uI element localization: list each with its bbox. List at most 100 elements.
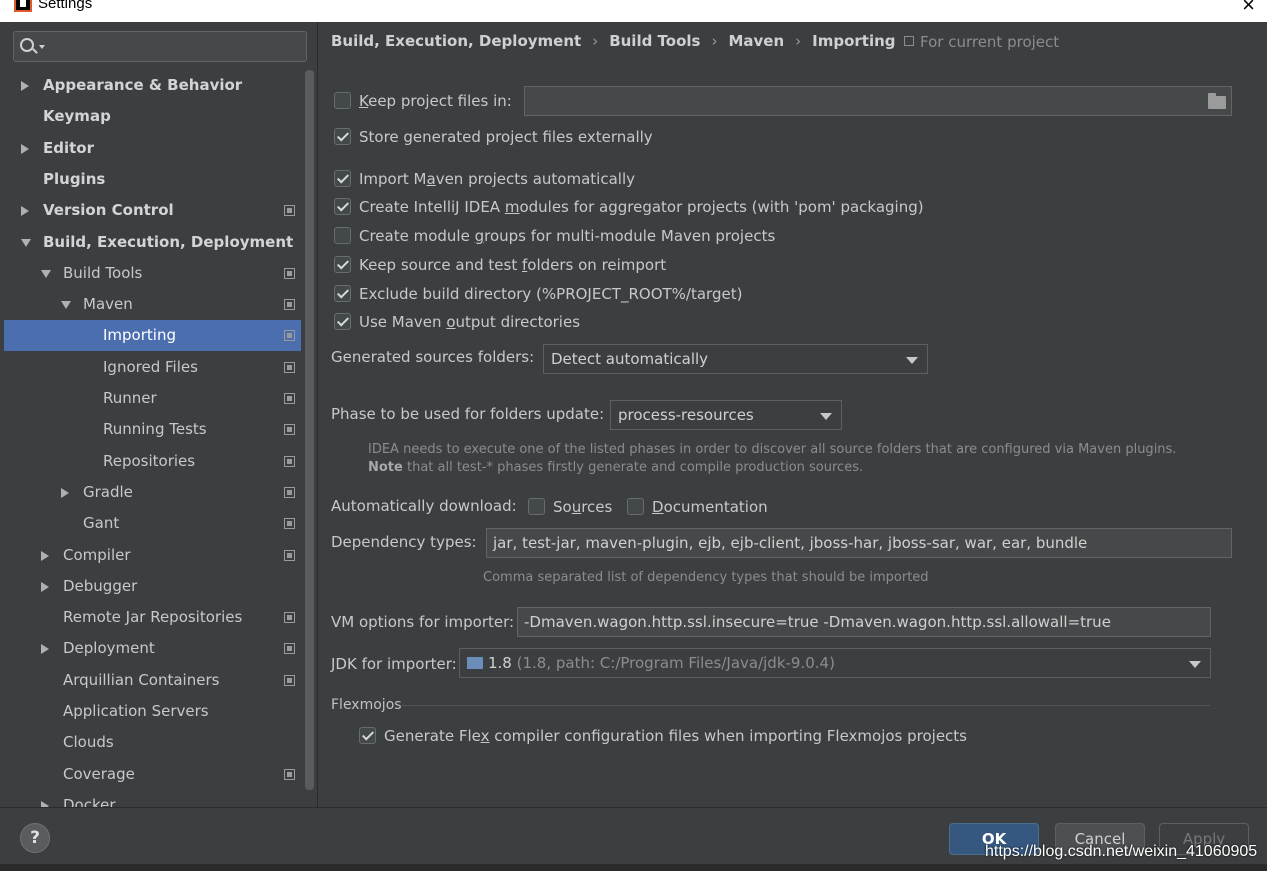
tree-item-importing[interactable]: Importing [4,320,301,351]
jdk-select[interactable]: 1.8 (1.8, path: C:/Program Files/Java/jd… [459,648,1211,678]
use-output-dirs-checkbox[interactable] [334,313,351,330]
tree-item-plugins[interactable]: Plugins [4,164,301,195]
tree-item-label: Ignored Files [103,358,198,376]
import-automatically-label: Import Maven projects automatically [359,170,635,188]
breadcrumb-separator: › [795,32,802,50]
expand-down-icon[interactable] [21,239,31,247]
exclude-build-dir-checkbox[interactable] [334,285,351,302]
tree-item-gradle[interactable]: Gradle [4,477,301,508]
tree-item-build-tools[interactable]: Build Tools [4,258,301,289]
expand-down-icon[interactable] [61,301,71,309]
close-icon[interactable]: × [1242,0,1255,18]
settings-tree: Appearance & Behavior Keymap Editor Plugins… [4,70,301,807]
tree-item-label: Version Control [43,201,174,219]
dependency-types-label: Dependency types: [331,533,477,551]
tree-scrollbar[interactable] [305,70,314,790]
tree-item-remote-jar-repositories[interactable]: Remote Jar Repositories [4,602,301,633]
browse-folder-button[interactable] [1206,93,1226,109]
store-externally-label: Store generated project files externally [359,128,653,146]
keep-project-files-label: Keep project files in: [359,92,512,110]
tree-item-maven[interactable]: Maven [4,289,301,320]
search-input[interactable] [13,31,307,62]
generated-sources-value: Detect automatically [551,350,709,368]
phase-label: Phase to be used for folders update: [331,405,605,423]
expand-right-icon[interactable] [41,644,49,654]
settings-sidebar: Appearance & Behavior Keymap Editor Plugins… [0,22,318,807]
tree-item-label: Appearance & Behavior [43,76,243,94]
intellij-app-icon [14,0,32,12]
flexmojos-section-title: Flexmojos [331,697,402,713]
tree-item-deployment[interactable]: Deployment [4,633,301,664]
tree-item-build-execution-deployment[interactable]: Build, Execution, Deployment [4,227,301,258]
phase-select[interactable]: process-resources [610,400,842,430]
tree-item-appearance-behavior[interactable]: Appearance & Behavior [4,70,301,101]
tree-item-compiler[interactable]: Compiler [4,540,301,571]
project-scope-icon [284,487,295,498]
tree-item-label: Clouds [63,733,114,751]
expand-right-icon[interactable] [41,582,49,592]
jdk-detail: (1.8, path: C:/Program Files/Java/jdk-9.… [511,654,835,672]
download-documentation-checkbox[interactable] [627,498,644,515]
tree-item-label: Build, Execution, Deployment [43,233,294,251]
phase-hint-line1: IDEA needs to execute one of the listed … [368,442,1177,457]
project-scope-icon [284,362,295,373]
chevron-down-icon[interactable] [39,45,45,49]
for-current-project-label: For current project [920,33,1060,51]
tree-item-label: Gradle [83,483,133,501]
expand-right-icon[interactable] [41,551,49,561]
tree-item-editor[interactable]: Editor [4,133,301,164]
search-icon [20,38,34,52]
tree-item-ignored-files[interactable]: Ignored Files [4,352,301,383]
vm-options-field[interactable]: -Dmaven.wagon.http.ssl.insecure=true -Dm… [517,607,1211,637]
store-externally-checkbox[interactable] [334,128,351,145]
expand-right-icon[interactable] [21,81,29,91]
auto-download-label: Automatically download: [331,497,517,515]
project-scope-icon [284,769,295,780]
tree-item-label: Runner [103,389,157,407]
import-automatically-checkbox[interactable] [334,170,351,187]
tree-item-docker[interactable]: Docker [4,790,301,807]
tree-item-version-control[interactable]: Version Control [4,195,301,226]
phase-value: process-resources [618,406,754,424]
tree-item-coverage[interactable]: Coverage [4,759,301,790]
expand-right-icon[interactable] [61,488,69,498]
phase-hint-line2: Note that all test-* phases firstly gene… [368,460,864,475]
keep-source-folders-checkbox[interactable] [334,256,351,273]
project-scope-icon [284,393,295,404]
breadcrumb-separator: › [592,32,599,50]
section-divider [402,705,1210,706]
tree-item-repositories[interactable]: Repositories [4,446,301,477]
watermark-url: https://blog.csdn.net/weixin_41060905 [985,843,1258,860]
tree-item-debugger[interactable]: Debugger [4,571,301,602]
download-sources-label: Sources [553,498,613,516]
jdk-value: 1.8 [488,654,512,672]
tree-item-label: Remote Jar Repositories [63,608,243,626]
tree-item-gant[interactable]: Gant [4,508,301,539]
breadcrumb-item-maven: Maven [728,32,785,50]
tree-item-arquillian-containers[interactable]: Arquillian Containers [4,665,301,696]
create-modules-checkbox[interactable] [334,198,351,215]
help-button[interactable]: ? [20,823,50,853]
download-sources-checkbox[interactable] [528,498,545,515]
for-current-project-note: For current project [904,33,1059,51]
tree-item-label: Application Servers [63,702,209,720]
keep-project-files-path-field[interactable] [524,86,1232,116]
expand-down-icon[interactable] [41,270,51,278]
tree-item-runner[interactable]: Runner [4,383,301,414]
project-scope-icon [284,643,295,654]
tree-item-application-servers[interactable]: Application Servers [4,696,301,727]
dependency-types-field[interactable]: jar, test-jar, maven-plugin, ejb, ejb-cl… [486,528,1232,558]
jdk-label: JDK for importer: [331,655,457,673]
tree-item-clouds[interactable]: Clouds [4,727,301,758]
generated-sources-select[interactable]: Detect automatically [543,344,928,374]
module-groups-checkbox[interactable] [334,227,351,244]
tree-item-label: Debugger [63,577,138,595]
breadcrumb-item-importing: Importing [812,32,896,50]
tree-item-keymap[interactable]: Keymap [4,101,301,132]
generate-flex-config-checkbox[interactable] [359,727,376,744]
expand-right-icon[interactable] [21,206,29,216]
tree-item-running-tests[interactable]: Running Tests [4,414,301,445]
title-bar: Settings × [0,0,1267,22]
keep-project-files-checkbox[interactable] [334,92,351,109]
expand-right-icon[interactable] [21,144,29,154]
